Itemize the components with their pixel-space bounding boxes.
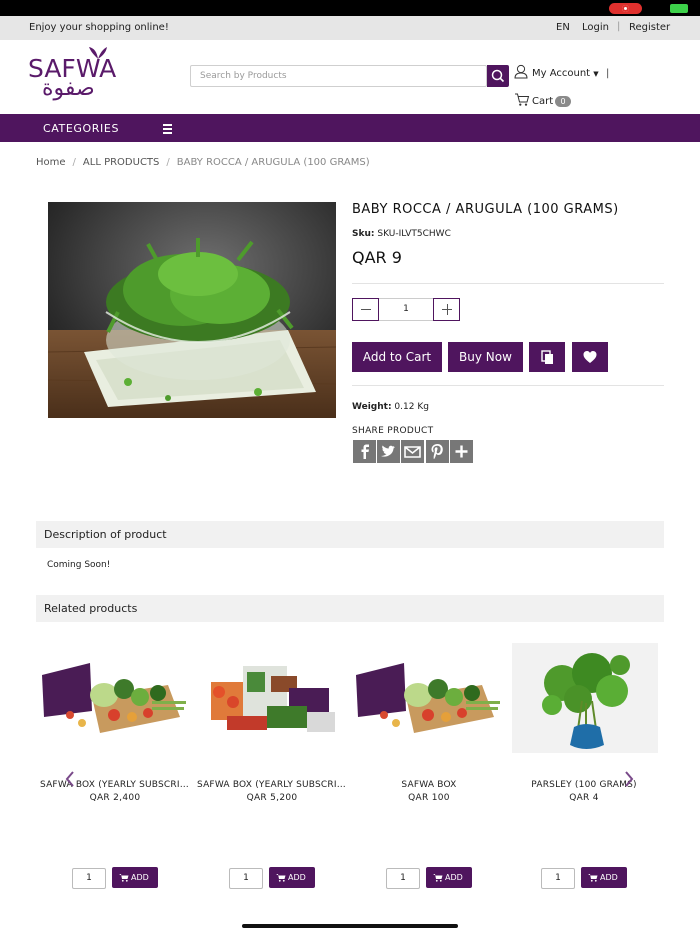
search-button[interactable]: [487, 65, 509, 87]
my-account-menu[interactable]: My Account ▼ |: [514, 64, 609, 83]
breadcrumb: Home / ALL PRODUCTS / BABY ROCCA / ARUGULA (…: [36, 157, 370, 168]
add-button[interactable]: ADD: [581, 867, 627, 888]
product-price: QAR 9: [352, 248, 402, 267]
top-utility-bar: Enjoy your shopping online! EN Login | R…: [0, 16, 700, 40]
add-to-cart-button[interactable]: Add to Cart: [352, 342, 442, 372]
add-button[interactable]: ADD: [426, 867, 472, 888]
quantity-input[interactable]: 1: [229, 868, 263, 889]
divider: |: [617, 21, 621, 32]
screen-record-indicator: [609, 3, 642, 14]
heart-icon: [583, 351, 597, 363]
product-weight: Weight: 0.12 Kg: [352, 402, 429, 412]
related-product-price: QAR 2,400: [89, 793, 141, 803]
language-selector[interactable]: EN: [556, 22, 570, 33]
related-product-name[interactable]: SAFWA BOX (YEARLY SUBSCRIPTION): [197, 780, 347, 790]
divider: |: [606, 68, 610, 79]
pinterest-icon[interactable]: [426, 440, 449, 463]
quantity-input[interactable]: 1: [386, 868, 420, 889]
related-product-name[interactable]: SAFWA BOX (YEARLY SUBSCRIPTION): [40, 780, 190, 790]
cart-icon: [433, 874, 443, 882]
product-image[interactable]: [48, 202, 336, 418]
breadcrumb-current: BABY ROCCA / ARUGULA (100 GRAMS): [176, 157, 370, 168]
divider: [352, 283, 664, 284]
search-input[interactable]: Search by Products: [190, 65, 487, 87]
compare-button[interactable]: [529, 342, 565, 372]
search-icon: [491, 69, 505, 83]
cart-link[interactable]: Cart 0: [514, 92, 571, 110]
quantity-input[interactable]: 1: [72, 868, 106, 889]
related-product-price: QAR 5,200: [246, 793, 298, 803]
home-indicator[interactable]: [242, 924, 458, 928]
quantity-increase-button[interactable]: [433, 298, 460, 321]
breadcrumb-home[interactable]: Home: [36, 157, 66, 168]
share-product-label: SHARE PRODUCT: [352, 426, 434, 436]
cart-icon: [276, 874, 286, 882]
cart-label: Cart: [532, 96, 554, 107]
chevron-down-icon: ▼: [593, 70, 599, 78]
quantity-input[interactable]: 1: [541, 868, 575, 889]
cart-icon: [515, 93, 530, 106]
register-link[interactable]: Register: [629, 22, 670, 33]
product-image[interactable]: [197, 652, 343, 744]
cart-icon: [119, 874, 129, 882]
brand-logo[interactable]: SAFWA صفوة: [28, 46, 120, 104]
product-title: BABY ROCCA / ARUGULA (100 GRAMS): [352, 202, 619, 217]
categories-menu[interactable]: CATEGORIES: [43, 122, 119, 135]
buy-now-button[interactable]: Buy Now: [448, 342, 523, 372]
product-image[interactable]: [512, 643, 658, 753]
description-heading: Description of product: [36, 521, 664, 548]
facebook-icon[interactable]: [353, 440, 376, 463]
login-link[interactable]: Login: [582, 22, 609, 33]
breadcrumb-all-products[interactable]: ALL PRODUCTS: [83, 157, 159, 168]
quantity-input[interactable]: 1: [379, 298, 433, 321]
brand-name-arabic: صفوة: [42, 76, 95, 101]
add-button[interactable]: ADD: [112, 867, 158, 888]
carousel-prev-arrow[interactable]: [65, 770, 75, 788]
product-image[interactable]: [354, 655, 500, 741]
related-product-price: QAR 4: [569, 793, 599, 803]
related-product-price: QAR 100: [408, 793, 450, 803]
compare-icon: [541, 350, 553, 364]
cart-count-badge: 0: [555, 96, 571, 107]
related-product-name[interactable]: PARSLEY (100 GRAMS): [509, 780, 659, 790]
email-icon[interactable]: [401, 440, 424, 463]
description-text: Coming Soon!: [47, 560, 111, 570]
battery-icon: [670, 4, 688, 13]
related-product-name[interactable]: SAFWA BOX: [354, 780, 504, 790]
product-image[interactable]: [40, 655, 186, 741]
add-button[interactable]: ADD: [269, 867, 315, 888]
category-nav-bar: CATEGORIES: [0, 114, 700, 142]
divider: [352, 385, 664, 386]
related-products-heading: Related products: [36, 595, 664, 622]
my-account-label: My Account ▼: [532, 68, 599, 79]
cart-icon: [588, 874, 598, 882]
quantity-decrease-button[interactable]: [352, 298, 379, 321]
twitter-icon[interactable]: [377, 440, 400, 463]
chevron-left-icon: [65, 771, 74, 787]
product-sku: Sku: SKU-ILVT5CHWC: [352, 229, 451, 239]
carousel-next-arrow[interactable]: [624, 770, 634, 788]
chevron-right-icon: [625, 771, 634, 787]
user-icon: [514, 64, 528, 79]
wishlist-button[interactable]: [572, 342, 608, 372]
tagline: Enjoy your shopping online!: [29, 22, 169, 33]
status-bar: [0, 0, 700, 16]
plus-icon[interactable]: [450, 440, 473, 463]
hamburger-menu-icon[interactable]: [163, 124, 172, 136]
